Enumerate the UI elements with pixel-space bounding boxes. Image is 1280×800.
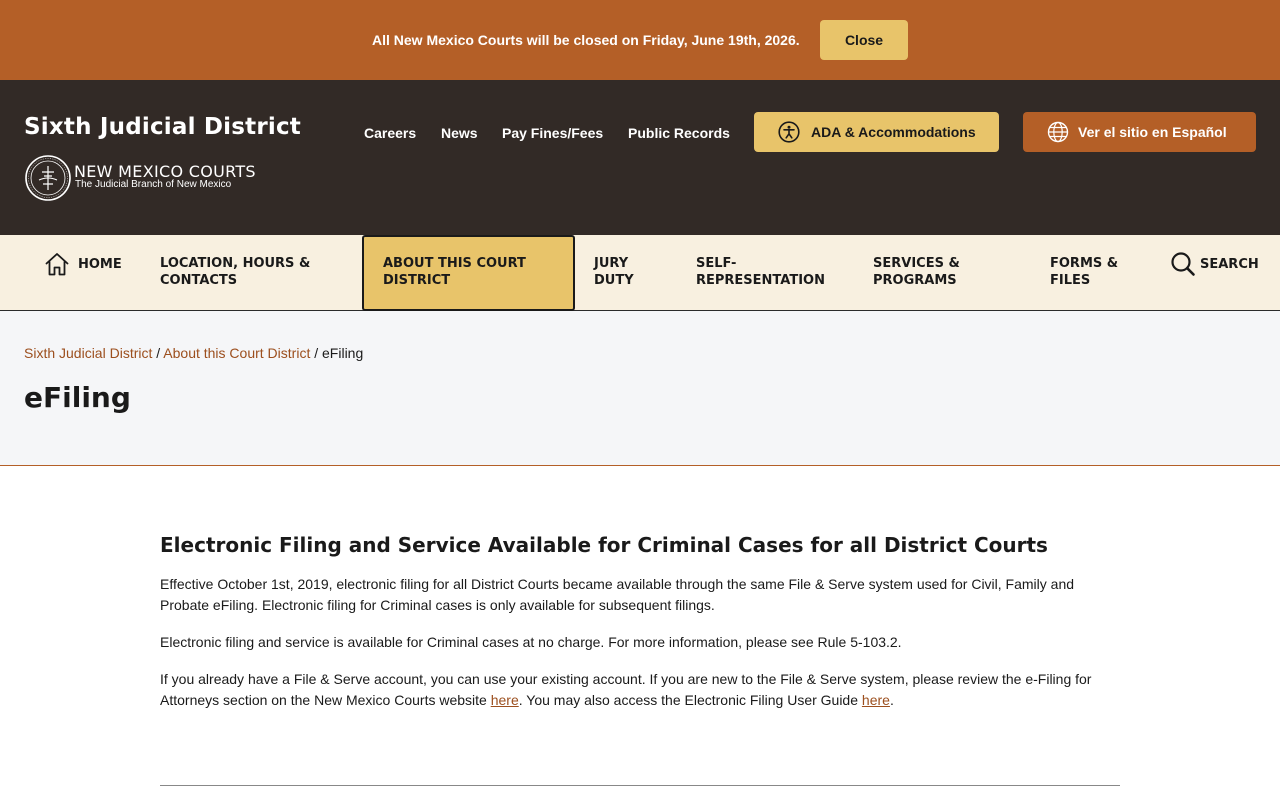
page-header: Sixth Judicial District / About this Cou… [0, 311, 1280, 466]
content-paragraph-effective-date: Effective October 1st, 2019, electronic … [160, 576, 1075, 613]
main-navigation: HOME LOCATION, HOURS & CONTACTS ABOUT TH… [0, 235, 1280, 311]
nav-label-line: DUTY [594, 273, 634, 288]
nav-label-line: CONTACTS [160, 273, 238, 288]
content-heading: Electronic Filing and Service Available … [160, 533, 1048, 557]
nav-forms-files[interactable]: FORMS & FILES [1050, 255, 1118, 289]
page-title: eFiling [24, 381, 131, 414]
alert-message: All New Mexico Courts will be closed on … [372, 32, 800, 48]
globe-icon [1047, 121, 1069, 143]
nav-label-line: SELF- [696, 256, 737, 271]
content-divider [160, 785, 1120, 786]
nav-home[interactable]: HOME [44, 251, 122, 277]
nav-about-court-district[interactable]: ABOUT THIS COURT DISTRICT [362, 235, 575, 311]
paragraph-text: . [889, 692, 894, 708]
efiling-attorneys-link[interactable]: here [491, 692, 519, 708]
nm-courts-logo[interactable]: NEW MEXICO COURTS The Judicial Branch of… [24, 154, 284, 202]
main-content: Electronic Filing and Service Available … [160, 533, 1120, 727]
nav-search-label: SEARCH [1200, 256, 1259, 272]
breadcrumb: Sixth Judicial District / About this Cou… [24, 345, 363, 361]
nav-label-line: FORMS & [1050, 256, 1119, 271]
breadcrumb-separator: / [314, 345, 323, 361]
logo-subtitle: The Judicial Branch of New Mexico [75, 179, 232, 190]
site-title[interactable]: Sixth Judicial District [24, 114, 301, 140]
accessibility-icon [778, 121, 800, 143]
nav-label-line: SERVICES & [873, 256, 960, 271]
nav-jury-duty[interactable]: JURY DUTY [594, 255, 634, 289]
pay-fines-link[interactable]: Pay Fines/Fees [502, 125, 603, 141]
breadcrumb-current: eFiling [322, 345, 364, 361]
spanish-site-button[interactable]: Ver el sitio en Español [1023, 112, 1256, 152]
nav-search[interactable]: SEARCH [1170, 251, 1259, 277]
alert-close-button[interactable]: Close [820, 20, 908, 60]
ada-accommodations-button[interactable]: ADA & Accommodations [754, 112, 999, 152]
nav-about-label: ABOUT THIS COURT DISTRICT [383, 255, 526, 289]
content-paragraph-no-charge: Electronic filing and service is availab… [160, 634, 902, 650]
breadcrumb-link-home[interactable]: Sixth Judicial District [24, 345, 152, 361]
spanish-label: Ver el sitio en Español [1078, 124, 1227, 140]
news-link[interactable]: News [441, 125, 478, 141]
home-icon [45, 253, 69, 276]
nav-label-line: JURY [594, 256, 629, 271]
public-records-link[interactable]: Public Records [628, 125, 730, 141]
ada-label: ADA & Accommodations [811, 124, 976, 140]
nav-label-line: REPRESENTATION [696, 273, 825, 288]
nav-location-hours-contacts[interactable]: LOCATION, HOURS & CONTACTS [160, 255, 310, 289]
careers-link[interactable]: Careers [364, 125, 416, 141]
alert-banner: All New Mexico Courts will be closed on … [0, 0, 1280, 80]
content-paragraph-accounts: If you already have a File & Serve accou… [160, 669, 1120, 711]
state-seal-icon [25, 155, 71, 201]
nav-home-label: HOME [78, 256, 122, 272]
site-header: Sixth Judicial District NEW MEXICO COURT… [0, 80, 1280, 235]
nav-label-line: LOCATION, HOURS & [160, 256, 311, 271]
search-icon [1171, 252, 1195, 276]
nav-label-line: PROGRAMS [873, 273, 957, 288]
nav-label-line: FILES [1050, 273, 1091, 288]
paragraph-text: . You may also access the Electronic Fil… [518, 692, 862, 708]
nav-label-line: DISTRICT [383, 273, 451, 288]
nav-services-programs[interactable]: SERVICES & PROGRAMS [873, 255, 960, 289]
nav-label-line: ABOUT THIS COURT [383, 256, 526, 271]
breadcrumb-link-about[interactable]: About this Court District [163, 345, 310, 361]
nav-self-representation[interactable]: SELF- REPRESENTATION [696, 255, 825, 289]
user-guide-link[interactable]: here [862, 692, 890, 708]
